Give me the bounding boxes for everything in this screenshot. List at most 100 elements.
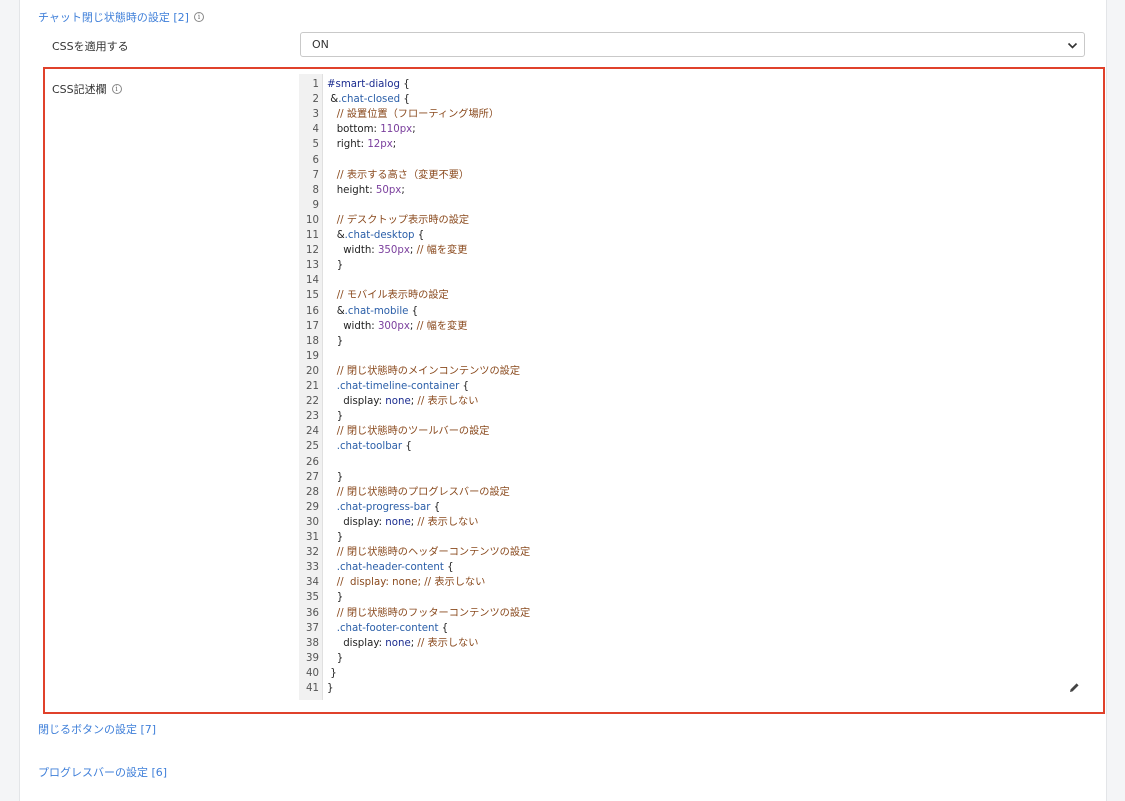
code-line: } bbox=[327, 666, 337, 681]
code-token: { bbox=[414, 230, 425, 241]
line-number: 21 bbox=[306, 381, 319, 392]
code-line: } bbox=[327, 530, 344, 545]
line-number: 5 bbox=[312, 139, 319, 151]
code-token: px bbox=[380, 139, 393, 151]
line-number: 14 bbox=[306, 275, 319, 287]
code-token: right: bbox=[327, 139, 368, 151]
code-token: // 表示しない bbox=[417, 516, 479, 528]
code-token: px bbox=[399, 124, 413, 136]
code-token: bottom: bbox=[327, 124, 381, 136]
code-token: .chat-timeline-container bbox=[327, 381, 460, 392]
section-chat-closed-settings[interactable]: チャット閉じ状態時の設定 [2] i bbox=[38, 9, 204, 25]
code-line: // 設置位置（フローティング場所） bbox=[327, 107, 499, 122]
chevron-down-icon bbox=[1067, 42, 1078, 49]
code-token: } bbox=[327, 335, 344, 347]
code-token: // 表示しない bbox=[417, 637, 479, 649]
line-number: 29 bbox=[306, 501, 319, 513]
code-token: width: bbox=[327, 245, 378, 257]
code-token: 350 bbox=[377, 245, 398, 257]
code-line: width: 300px; // 幅を変更 bbox=[327, 319, 467, 334]
code-token: // 閉じ状態時のフッターコンテンツの設定 bbox=[327, 607, 531, 619]
line-number: 38 bbox=[306, 637, 319, 649]
line-number: 40 bbox=[306, 667, 319, 679]
code-line: // モバイル表示時の設定 bbox=[327, 288, 449, 303]
code-line: .chat-header-content { bbox=[327, 560, 454, 575]
code-token: ; bbox=[392, 139, 397, 151]
code-token: .chat-toolbar bbox=[327, 441, 403, 453]
code-line: } bbox=[327, 258, 344, 273]
info-icon: i bbox=[111, 84, 122, 94]
css-field-label: CSS記述欄 i bbox=[52, 81, 122, 97]
code-token: px bbox=[397, 320, 410, 332]
code-token: .chat-footer-content bbox=[327, 622, 439, 634]
code-line: // 表示する高さ（変更不要） bbox=[327, 168, 469, 183]
code-token: } bbox=[327, 592, 344, 604]
code-token: // 閉じ状態時のプログレスバーの設定 bbox=[327, 486, 510, 498]
section-close-button-settings[interactable]: 閉じるボタンの設定 [7] bbox=[38, 721, 156, 737]
line-number: 12 bbox=[306, 245, 319, 257]
code-token: } bbox=[327, 411, 344, 423]
line-number: 2 bbox=[312, 94, 319, 106]
code-line: .chat-toolbar { bbox=[327, 439, 412, 454]
code-token: } bbox=[327, 260, 344, 272]
code-token: display: bbox=[327, 637, 386, 649]
line-number: 28 bbox=[306, 486, 319, 498]
section-chat-closed-settings-label: チャット閉じ状態時の設定 [2] bbox=[38, 11, 189, 24]
code-token: { bbox=[443, 562, 454, 574]
code-line: right: 12px; bbox=[327, 137, 397, 152]
line-number: 11 bbox=[306, 230, 319, 241]
code-token: .chat-desktop bbox=[344, 230, 415, 241]
apply-css-select[interactable]: ON bbox=[300, 32, 1085, 57]
line-number: 23 bbox=[306, 411, 319, 423]
code-token: // 閉じ状態時のヘッダーコンテンツの設定 bbox=[327, 547, 531, 559]
code-line: } bbox=[327, 681, 333, 696]
code-token: { bbox=[400, 94, 410, 106]
line-number: 25 bbox=[306, 441, 319, 453]
code-line: // 閉じ状態時のツールバーの設定 bbox=[327, 424, 490, 439]
code-line: display: none; // 表示しない bbox=[327, 394, 478, 409]
code-token: } bbox=[327, 471, 344, 483]
code-token: // 設置位置（フローティング場所） bbox=[327, 109, 500, 121]
code-line: // 閉じ状態時のフッターコンテンツの設定 bbox=[327, 606, 531, 621]
line-number: 15 bbox=[306, 290, 319, 302]
info-icon: i bbox=[193, 12, 204, 22]
line-number: 34 bbox=[306, 577, 319, 589]
section-progress-bar-settings[interactable]: プログレスバーの設定 [6] bbox=[38, 764, 167, 780]
code-token: { bbox=[459, 381, 470, 392]
code-line: } bbox=[327, 470, 344, 485]
code-token: & bbox=[327, 230, 345, 241]
code-token: ; bbox=[412, 124, 416, 136]
code-token: { bbox=[438, 622, 449, 634]
code-token: } bbox=[327, 652, 344, 664]
section-close-button-settings-label: 閉じるボタンの設定 [7] bbox=[38, 723, 157, 736]
line-number: 10 bbox=[306, 214, 319, 226]
code-token: display: bbox=[327, 396, 386, 408]
pencil-icon[interactable] bbox=[1069, 682, 1080, 693]
code-token: { bbox=[408, 305, 419, 317]
line-number: 41 bbox=[306, 683, 319, 694]
code-token: { bbox=[399, 79, 410, 90]
code-token: // display: none; // 表示しない bbox=[327, 577, 486, 589]
code-token: // 閉じ状態時のメインコンテンツの設定 bbox=[327, 365, 521, 377]
code-token: // モバイル表示時の設定 bbox=[327, 290, 449, 302]
code-token: display: bbox=[327, 516, 386, 528]
code-token: ; bbox=[409, 320, 417, 332]
code-token: 12 bbox=[367, 139, 381, 151]
code-token: none bbox=[385, 637, 411, 649]
css-code-editor[interactable]: 1 2 3 4 5 6 7 8 9 10 11 12 13 14 15 16 17 18 19 20 21 22 23 24 2… bbox=[299, 74, 1088, 700]
code-token: px bbox=[388, 184, 402, 196]
line-number: 27 bbox=[306, 471, 319, 483]
code-line: display: none; // 表示しない bbox=[327, 515, 478, 530]
code-token: { bbox=[430, 501, 441, 513]
line-number: 22 bbox=[306, 396, 319, 408]
code-token: // 幅を変更 bbox=[416, 320, 468, 332]
line-number: 8 bbox=[312, 184, 319, 196]
section-progress-bar-settings-label: プログレスバーの設定 [6] bbox=[38, 766, 168, 779]
code-token: // デスクトップ表示時の設定 bbox=[327, 214, 470, 226]
code-line: // display: none; // 表示しない bbox=[327, 575, 486, 590]
code-line: .chat-footer-content { bbox=[327, 621, 449, 636]
line-number: 31 bbox=[306, 532, 319, 543]
code-line: } bbox=[327, 651, 344, 666]
line-number: 13 bbox=[306, 260, 319, 272]
code-token: // 表示する高さ（変更不要） bbox=[327, 169, 470, 181]
